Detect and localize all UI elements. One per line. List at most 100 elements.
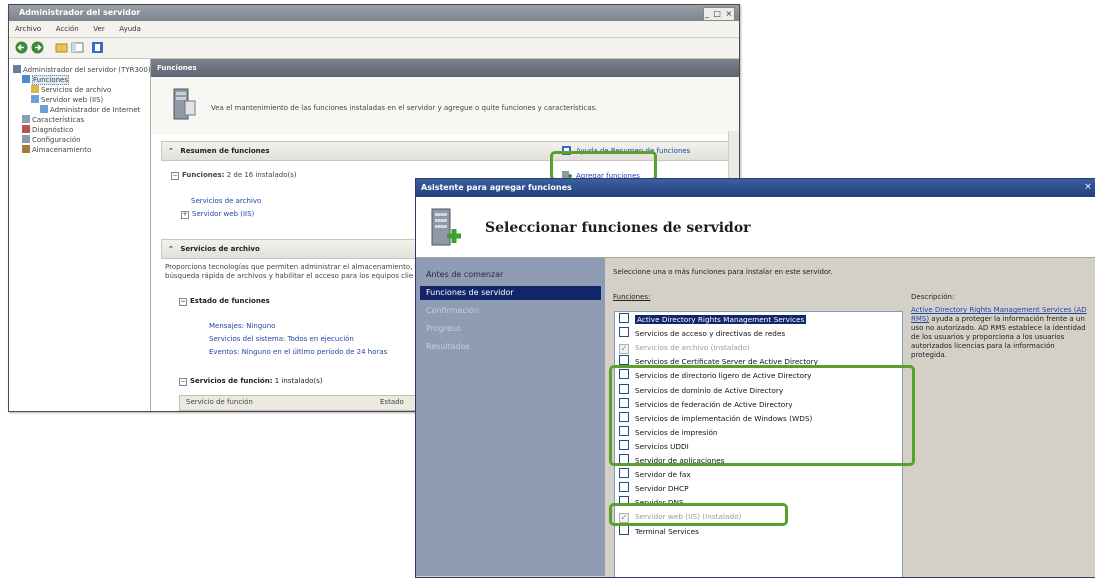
tree-node-label: Configuración	[32, 136, 81, 144]
collapse-role-services-icon[interactable]: −	[179, 378, 187, 386]
column-status[interactable]: Estado	[380, 398, 404, 406]
collapse-roles-icon[interactable]: −	[171, 172, 179, 180]
collapse-icon[interactable]: ⌃	[168, 245, 174, 253]
tree-node-label: Administrador del servidor (TYR300)	[23, 66, 151, 74]
status-services-link[interactable]: Servicios del sistema: Todos en ejecució…	[209, 335, 354, 343]
role-label: Terminal Services	[635, 526, 699, 536]
tree-node-label: Servidor web (IIS)	[41, 96, 104, 104]
tree-node[interactable]: Características	[22, 115, 84, 125]
role-checkbox[interactable]	[619, 355, 629, 366]
window-controls[interactable]: _ □ ×	[703, 7, 735, 21]
highlight-add-roles	[550, 151, 657, 181]
roles-summary-title: Resumen de funciones	[180, 147, 270, 155]
role-item[interactable]: Servicios de acceso y directivas de rede…	[619, 327, 785, 340]
role-checkbox[interactable]	[619, 524, 629, 535]
role-checkbox[interactable]	[619, 313, 629, 323]
tree-node-label: Servicios de archivo	[41, 86, 112, 94]
column-role-service[interactable]: Servicio de función	[186, 398, 253, 406]
help-icon[interactable]	[91, 41, 104, 54]
server-roles-icon	[173, 88, 196, 120]
wizard-step[interactable]: Funciones de servidor	[420, 286, 601, 300]
role-item[interactable]: Active Directory Rights Management Servi…	[619, 313, 807, 326]
tree-node[interactable]: Diagnóstico	[22, 125, 73, 135]
menu-ver[interactable]: Ver	[87, 21, 110, 37]
menu-bar: Archivo Acción Ver Ayuda	[9, 21, 739, 38]
toolbar	[9, 38, 739, 59]
configuration-icon	[22, 135, 30, 143]
back-arrow-icon[interactable]	[15, 41, 28, 54]
role-checkbox[interactable]	[619, 468, 629, 479]
expand-icon[interactable]: +	[181, 211, 189, 219]
tree-node-label: Administrador de Internet	[50, 106, 141, 114]
menu-accion[interactable]: Acción	[50, 21, 85, 37]
tree-node[interactable]: Funciones	[22, 75, 69, 85]
diagnostics-icon	[22, 125, 30, 133]
server-manager-title: Administrador del servidor	[9, 5, 739, 21]
role-item[interactable]: Servidor de fax	[619, 468, 691, 481]
intro-text: Vea el mantenimiento de las funciones in…	[211, 104, 598, 112]
features-icon	[22, 115, 30, 123]
status-messages-link[interactable]: Mensajes: Ninguno	[209, 322, 275, 330]
collapse-status-icon[interactable]: −	[179, 298, 187, 306]
file-services-description-2: búsqueda rápida de archivos y habilitar …	[165, 272, 414, 280]
server-add-icon	[431, 208, 461, 246]
installed-role-file-services[interactable]: Servicios de archivo	[191, 197, 261, 205]
up-folder-icon[interactable]	[55, 41, 68, 54]
wizard-heading: Seleccionar funciones de servidor	[485, 220, 751, 236]
iis-manager-icon	[40, 105, 48, 113]
wizard-step: Progreso	[426, 324, 461, 333]
intro-area: Vea el mantenimiento de las funciones in…	[151, 77, 739, 135]
storage-icon	[22, 145, 30, 153]
role-label: Servidor DHCP	[635, 484, 689, 494]
file-services-icon	[31, 85, 39, 93]
tree-node[interactable]: Configuración	[22, 135, 81, 145]
role-services-title: − Servicios de función: 1 instalado(s)	[179, 377, 323, 386]
role-label: Servicios de archivo (Instalado)	[635, 343, 750, 353]
description-label: Descripción:	[911, 293, 955, 301]
tree-node[interactable]: Almacenamiento	[22, 145, 91, 155]
forward-arrow-icon[interactable]	[31, 41, 44, 54]
role-checkbox[interactable]	[619, 482, 629, 493]
highlight-web-server	[609, 503, 788, 526]
role-item: ✓ Servicios de archivo (Instalado)	[619, 341, 750, 355]
status-events-link[interactable]: Eventos: Ninguno en el último período de…	[209, 348, 387, 356]
role-label: Active Directory Rights Management Servi…	[635, 315, 807, 324]
web-server-icon	[31, 95, 39, 103]
role-description: Active Directory Rights Management Servi…	[911, 306, 1087, 359]
role-label: Servicios de acceso y directivas de rede…	[635, 329, 786, 339]
file-services-description-1: Proporciona tecnologías que permiten adm…	[165, 263, 422, 271]
main-header: Funciones	[151, 59, 739, 77]
wizard-title: Asistente para agregar funciones	[416, 179, 1095, 197]
role-checkbox: ✓	[619, 344, 629, 355]
wizard-step: Resultados	[426, 342, 470, 351]
collapse-icon[interactable]: ⌃	[168, 147, 174, 155]
installed-role-web-server[interactable]: + Servidor web (IIS)	[181, 210, 254, 219]
role-status-title: − Estado de funciones	[179, 297, 270, 306]
console-tree: Administrador del servidor (TYR300) Funci…	[9, 59, 151, 411]
server-icon	[13, 65, 21, 73]
tree-node[interactable]: Servidor web (IIS)	[31, 95, 103, 105]
tree-node-label: Características	[32, 116, 85, 124]
close-icon[interactable]: ×	[1082, 181, 1094, 193]
roles-label: Funciones:	[613, 293, 651, 301]
wizard-step: Confirmación	[426, 306, 480, 315]
tree-node[interactable]: Servicios de archivo	[31, 85, 111, 95]
menu-archivo[interactable]: Archivo	[9, 21, 47, 37]
highlight-ad-roles-group	[609, 365, 915, 466]
tree-node-label: Funciones	[32, 75, 69, 85]
tree-node[interactable]: Administrador de Internet	[40, 105, 140, 115]
role-services-table-header: Servicio de función Estado	[179, 395, 421, 411]
roles-icon	[22, 75, 30, 83]
role-item[interactable]: Servidor DHCP	[619, 482, 688, 495]
instruction-text: Seleccione una o más funciones para inst…	[613, 268, 833, 276]
role-item[interactable]: Terminal Services	[619, 524, 699, 538]
wizard-steps: Antes de comenzar Funciones de servidor Co…	[416, 258, 605, 576]
role-checkbox[interactable]	[619, 327, 629, 338]
tree-node-label: Almacenamiento	[32, 146, 92, 154]
tree-node[interactable]: Administrador del servidor (TYR300)	[13, 65, 151, 75]
wizard-step[interactable]: Antes de comenzar	[426, 268, 503, 282]
tree-node-label: Diagnóstico	[32, 126, 74, 134]
file-services-title: Servicios de archivo	[180, 245, 260, 253]
show-hide-tree-icon[interactable]	[71, 41, 84, 54]
menu-ayuda[interactable]: Ayuda	[113, 21, 147, 37]
